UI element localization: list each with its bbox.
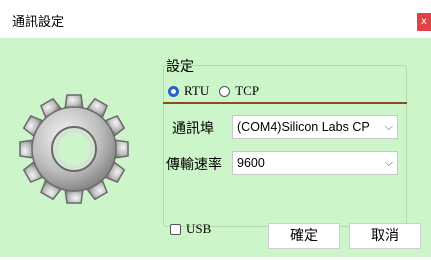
radio-tcp-label[interactable]: TCP bbox=[235, 83, 259, 99]
radio-tcp[interactable] bbox=[219, 85, 231, 97]
chevron-down-icon: ⌵ bbox=[384, 121, 393, 133]
ok-button[interactable]: 確定 bbox=[268, 223, 340, 249]
gear-icon bbox=[19, 94, 129, 204]
usb-checkbox-label[interactable]: USB bbox=[186, 221, 211, 237]
dialog-body: 設定 RTU TCP 通訊埠 (COM4)Silicon Labs CP ⌵ 傳… bbox=[0, 38, 431, 257]
port-select[interactable]: (COM4)Silicon Labs CP ⌵ bbox=[232, 115, 398, 139]
close-button[interactable]: x bbox=[417, 13, 431, 31]
radio-rtu[interactable] bbox=[168, 85, 179, 97]
usb-checkbox[interactable] bbox=[170, 223, 181, 235]
protocol-radio-group: RTU TCP bbox=[168, 82, 269, 100]
settings-dialog: 通訊設定 x 設定 RTU TCP 通訊埠 (COM4)Silicon Labs… bbox=[0, 0, 431, 257]
divider bbox=[163, 102, 407, 104]
baud-select-value: 9600 bbox=[237, 156, 265, 170]
usb-checkbox-row: USB bbox=[170, 221, 211, 237]
cancel-button[interactable]: 取消 bbox=[349, 223, 421, 249]
chevron-down-icon: ⌵ bbox=[384, 157, 393, 169]
radio-rtu-label[interactable]: RTU bbox=[184, 83, 209, 99]
port-select-value: (COM4)Silicon Labs CP bbox=[237, 120, 370, 134]
port-label: 通訊埠 bbox=[172, 121, 214, 137]
group-title: 設定 bbox=[166, 59, 194, 75]
window-title: 通訊設定 bbox=[12, 15, 65, 30]
title-bar: 通訊設定 x bbox=[0, 0, 431, 38]
baud-label: 傳輸速率 bbox=[166, 157, 222, 173]
baud-select[interactable]: 9600 ⌵ bbox=[232, 151, 398, 175]
